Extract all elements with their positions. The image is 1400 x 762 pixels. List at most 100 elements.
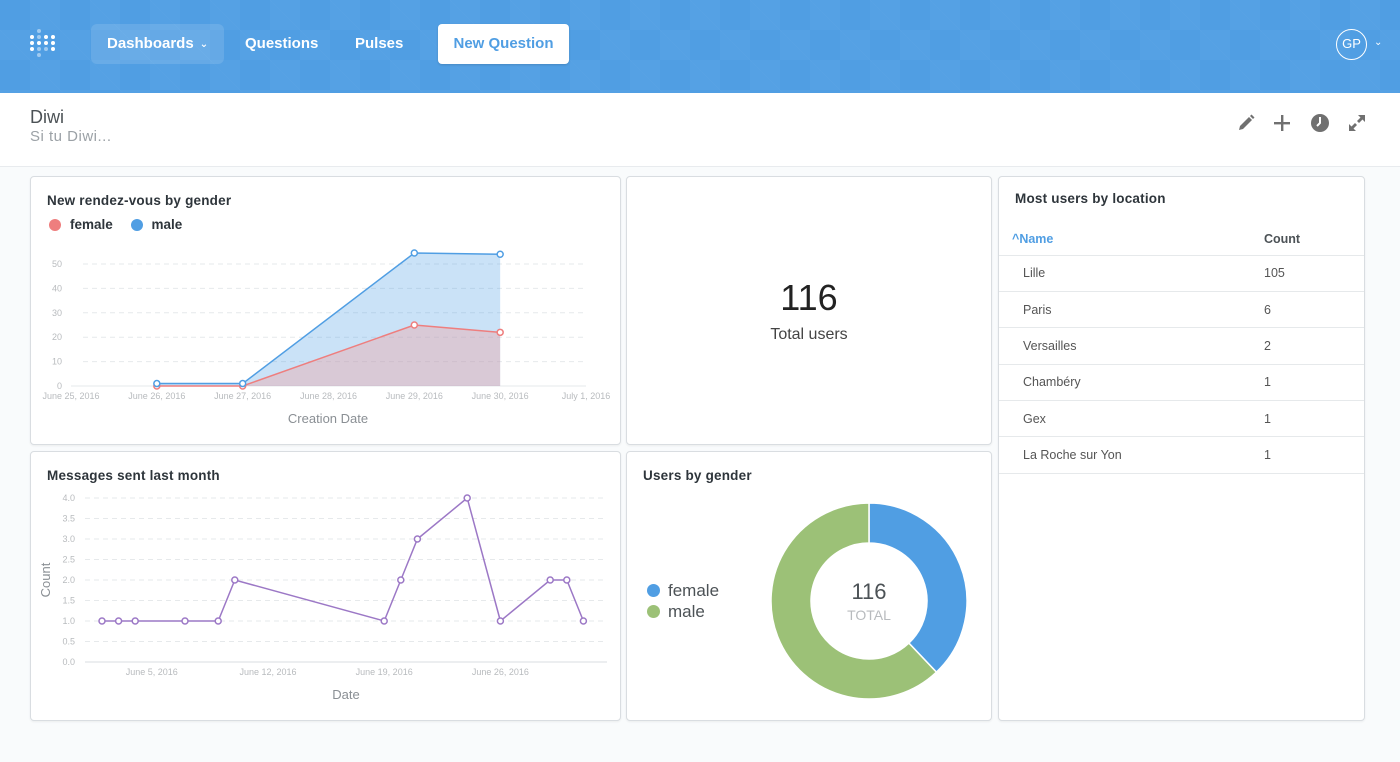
- y-tick-label: 20: [52, 332, 62, 342]
- column-header-name[interactable]: ^Name: [999, 223, 1264, 256]
- data-point: [397, 576, 405, 584]
- new-question-button[interactable]: New Question: [438, 24, 569, 64]
- location-name-cell: Versailles: [999, 327, 1264, 365]
- y-tick-label: 40: [52, 283, 62, 293]
- logo-dot: [30, 35, 34, 39]
- table-header-row: ^Name Count: [999, 223, 1364, 256]
- table-row[interactable]: Lille 105: [999, 255, 1364, 292]
- nav-dashboards[interactable]: Dashboards ⌄: [91, 24, 225, 64]
- data-point: [114, 617, 123, 625]
- x-tick-label: June 28, 2016: [300, 391, 357, 401]
- y-tick-label: 1.0: [62, 616, 75, 626]
- data-point: [496, 617, 505, 625]
- logo-dot: [44, 35, 48, 39]
- metabase-logo-icon[interactable]: [30, 29, 58, 59]
- plus-icon[interactable]: [1272, 113, 1292, 133]
- y-tick-label: 3.0: [62, 534, 75, 544]
- y-tick-label: 0: [57, 381, 62, 391]
- location-count-cell: 6: [1264, 291, 1364, 329]
- logo-dot: [37, 35, 41, 39]
- logo-dot: [30, 47, 34, 51]
- x-axis-title: Creation Date: [288, 411, 368, 426]
- nav-questions[interactable]: Questions: [229, 24, 334, 64]
- x-tick-label: June 26, 2016: [472, 667, 529, 677]
- logo-dot: [37, 53, 41, 57]
- gender-donut-chart: 116 TOTAL: [770, 502, 968, 700]
- logo-dot: [30, 41, 34, 45]
- y-tick-label: 30: [52, 308, 62, 318]
- location-count-cell: 1: [1264, 364, 1364, 402]
- x-tick-label: June 30, 2016: [472, 391, 529, 401]
- location-name-cell: Paris: [999, 291, 1264, 329]
- y-tick-label: 1.5: [62, 596, 75, 606]
- data-point-male: [153, 379, 161, 388]
- clock-icon[interactable]: [1310, 113, 1330, 133]
- data-point-male: [238, 379, 247, 388]
- messages-chart: 0.0 0.5 1.0 1.5 2.0 2.5 3.0 3.5 4.0 June 5, 2016 J…: [38, 493, 607, 702]
- card-total-users[interactable]: 116 Total users: [626, 176, 992, 445]
- x-tick-label: June 29, 2016: [386, 391, 443, 401]
- data-point: [413, 535, 422, 543]
- total-users-label[interactable]: Total users: [627, 326, 991, 344]
- location-count-cell: 1: [1264, 400, 1364, 438]
- y-tick-label: 4.0: [62, 493, 75, 503]
- y-tick-label: 10: [52, 357, 62, 367]
- user-avatar[interactable]: GP: [1336, 29, 1367, 60]
- data-point: [214, 617, 222, 625]
- logo-dot: [51, 47, 55, 51]
- dashboard-header: Diwi Si tu Diwi...: [0, 93, 1400, 167]
- logo-dot: [51, 35, 55, 39]
- chevron-down-icon[interactable]: ⌄: [1374, 37, 1382, 48]
- donut-total-label: TOTAL: [847, 607, 891, 623]
- table-row[interactable]: Gex 1: [999, 400, 1364, 438]
- table-row[interactable]: Versailles 2: [999, 327, 1364, 365]
- logo-dot: [44, 47, 48, 51]
- y-tick-label: 0.0: [62, 657, 75, 667]
- y-tick-label: 2.0: [62, 575, 75, 585]
- x-tick-label: June 12, 2016: [239, 667, 296, 677]
- data-point: [131, 617, 139, 625]
- card-messages[interactable]: Messages sent last month 0.0 0.5 1.0 1.5 2.0…: [30, 451, 621, 721]
- top-nav: Dashboards ⌄ Questions Pulses New Questio…: [0, 0, 1400, 93]
- x-tick-label: June 19, 2016: [356, 667, 413, 677]
- table-row[interactable]: La Roche sur Yon 1: [999, 436, 1364, 474]
- x-tick-label: June 25, 2016: [42, 391, 99, 401]
- logo-dot: [37, 29, 41, 33]
- card-title[interactable]: Most users by location: [1015, 191, 1166, 206]
- data-point: [231, 576, 239, 584]
- y-axis-title: Count: [38, 562, 53, 597]
- data-point: [546, 576, 554, 584]
- data-point-male: [410, 249, 419, 257]
- y-tick-label: 3.5: [62, 514, 75, 524]
- data-point-female: [496, 328, 504, 337]
- card-users-by-gender[interactable]: Users by gender female male 116 TOTAL: [626, 451, 992, 721]
- y-tick-label: 2.5: [62, 555, 75, 565]
- data-point: [380, 617, 388, 625]
- data-point: [98, 617, 106, 625]
- logo-dot: [44, 41, 48, 45]
- data-point: [579, 617, 588, 625]
- x-tick-label: June 26, 2016: [128, 391, 185, 401]
- location-count-cell: 2: [1264, 327, 1364, 365]
- data-point-male: [496, 250, 504, 258]
- table-row[interactable]: Chambéry 1: [999, 364, 1364, 402]
- y-tick-label: 50: [52, 259, 62, 269]
- dashboard-title[interactable]: Diwi: [30, 107, 64, 128]
- nav-pulses[interactable]: Pulses: [339, 24, 419, 64]
- logo-dot: [51, 41, 55, 45]
- x-tick-label: June 5, 2016: [126, 667, 178, 677]
- x-axis-title: Date: [332, 687, 359, 702]
- card-users-by-location[interactable]: Most users by location ^Name Count Lille…: [998, 176, 1365, 721]
- card-rendezvous[interactable]: New rendez-vous by gender female male 01…: [30, 176, 621, 445]
- rendezvous-chart: 0 10 20 30 40 50 June 25, 2016 June 26, 2016 Jun…: [42, 249, 611, 426]
- expand-icon[interactable]: [1347, 113, 1367, 133]
- nav-dashboards-label: Dashboards: [107, 35, 194, 52]
- logo-dot: [37, 41, 41, 45]
- x-tick-label: July 1, 2016: [562, 391, 611, 401]
- table-row[interactable]: Paris 6: [999, 291, 1364, 329]
- logo-dot: [37, 47, 41, 51]
- location-name-cell: Lille: [999, 255, 1264, 292]
- location-table: ^Name Count Lille 105 Paris 6 Versailles 2 Cha…: [999, 223, 1364, 474]
- column-header-count[interactable]: Count: [1264, 223, 1364, 256]
- pencil-icon[interactable]: [1236, 113, 1256, 133]
